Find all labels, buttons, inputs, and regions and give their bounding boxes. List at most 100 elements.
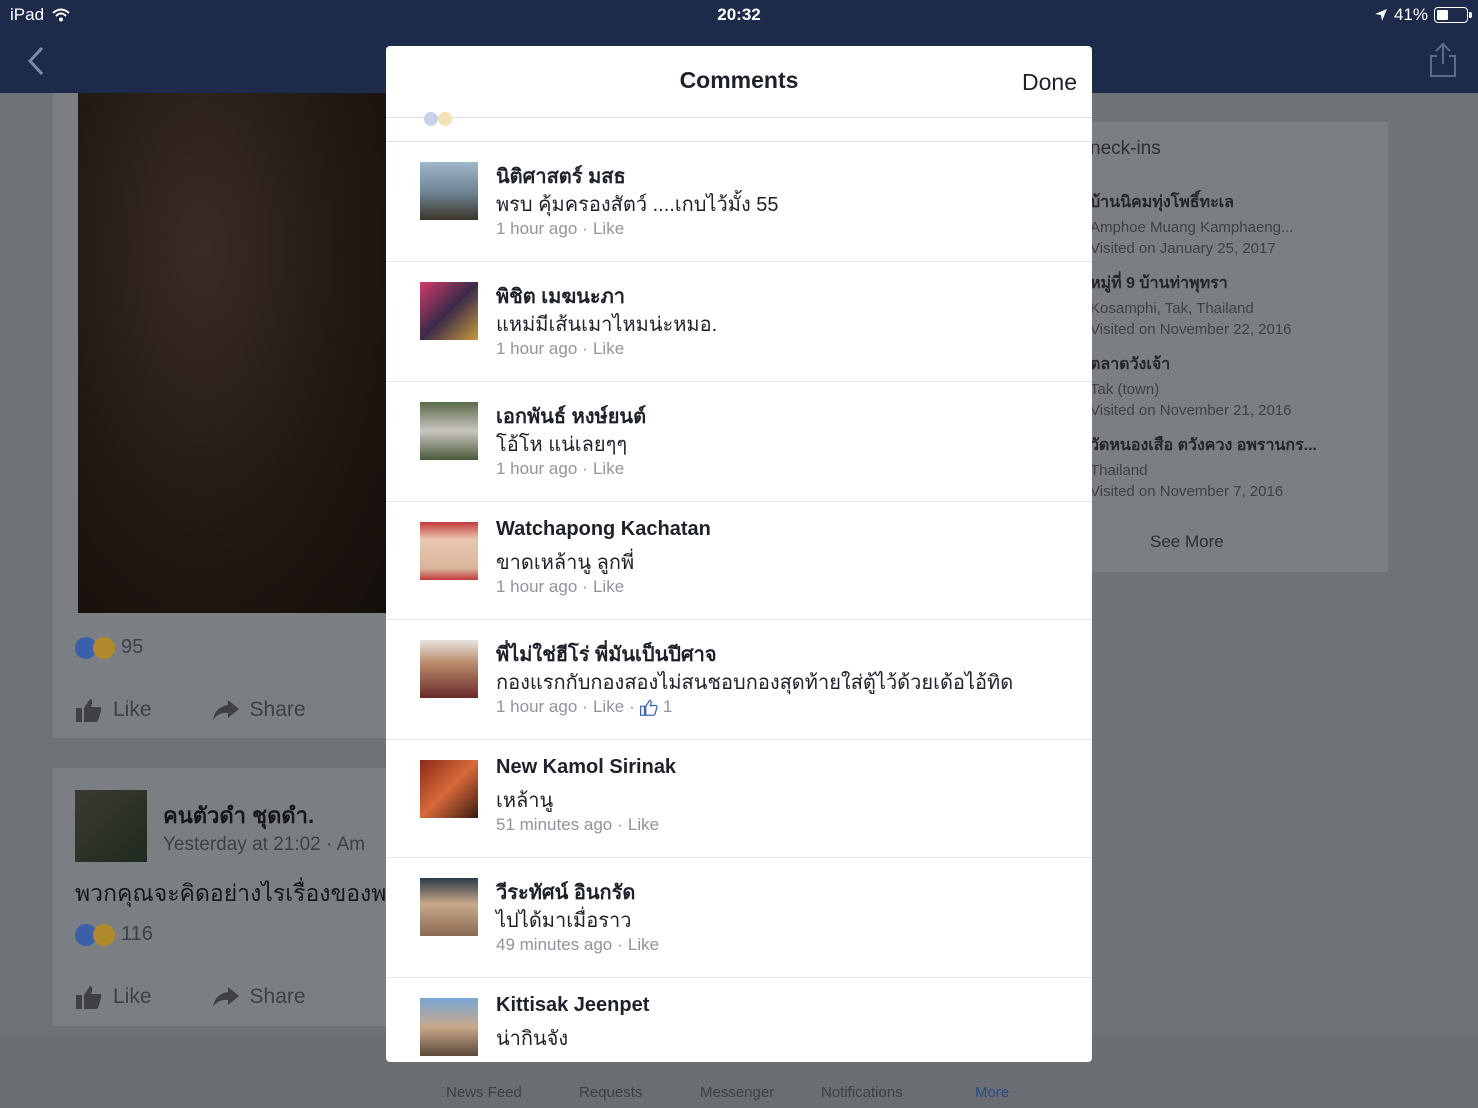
post2-actions: Like Share xyxy=(75,984,306,1010)
comment-meta: 1 hour ago · Like · 1 xyxy=(496,697,672,717)
comment-like-count: 1 xyxy=(662,697,673,716)
comment-time: 51 minutes ago xyxy=(496,815,613,834)
separator-dot: · xyxy=(617,935,623,954)
comment-like-button[interactable]: Like xyxy=(628,815,659,835)
comment-like-button[interactable]: Like xyxy=(593,697,624,717)
wow-reaction-icon xyxy=(93,636,115,659)
comment-author[interactable]: Kittisak Jeenpet xyxy=(496,994,649,1017)
comment-text: กองแรกกับกองสองไม่สนชอบกองสุดท้ายใส่ตู้ไ… xyxy=(496,672,1014,694)
comment-meta: 1 hour ago · Like xyxy=(496,577,624,597)
back-chevron-icon[interactable] xyxy=(22,44,52,78)
checkins-title: neck-ins xyxy=(1090,138,1161,159)
comments-modal: Comments Done นิติศาสตร์ มสธ พรบ คุ้มครอ… xyxy=(386,46,1092,1062)
wow-reaction-icon xyxy=(438,112,452,126)
comment-text: แหม่มีเส้นเมาไหมน่ะหมอ. xyxy=(496,314,718,336)
avatar[interactable] xyxy=(420,878,478,936)
post-photo[interactable] xyxy=(78,93,388,613)
share-button[interactable]: Share xyxy=(212,984,306,1010)
share-label: Share xyxy=(249,985,306,1008)
avatar[interactable] xyxy=(420,998,478,1056)
checkin-item[interactable]: วัดหนองเสือ ตวังควง อพรานกร... Thailand … xyxy=(1090,433,1380,500)
post-author[interactable]: คนตัวดำ ชุดดำ. xyxy=(163,798,314,833)
battery-icon xyxy=(1434,7,1472,23)
tab-news-feed[interactable]: News Feed xyxy=(446,1084,522,1101)
avatar[interactable] xyxy=(420,640,478,698)
wow-reaction-icon xyxy=(93,923,115,946)
post2-reactions[interactable]: 116 xyxy=(75,923,153,946)
comment-meta: 49 minutes ago · Like xyxy=(496,935,659,955)
tab-messenger[interactable]: Messenger xyxy=(700,1084,774,1101)
avatar[interactable] xyxy=(420,162,478,220)
post-text: พวกคุณจะคิดอย่างไรเรื่องของพ xyxy=(75,880,387,906)
avatar[interactable] xyxy=(75,790,147,862)
separator-dot: · xyxy=(582,219,588,238)
comment-time: 1 hour ago xyxy=(496,339,578,358)
checkin-item[interactable]: บ้านนิคมทุ่งโพธิ์ทะเล Amphoe Muang Kamph… xyxy=(1090,190,1380,257)
comment-item: Watchapong Kachatan ขาดเหล้านู ลูกพี่ 1 … xyxy=(386,502,1092,620)
separator-dot: · xyxy=(629,697,635,716)
see-more-link[interactable]: See More xyxy=(1150,532,1224,552)
comment-time: 1 hour ago xyxy=(496,459,578,478)
comment-item: พิชิต เมฆนะภา แหม่มีเส้นเมาไหมน่ะหมอ. 1 … xyxy=(386,262,1092,382)
like-button[interactable]: Like xyxy=(75,697,152,723)
location-arrow-icon xyxy=(1374,9,1387,21)
comment-like-button[interactable]: Like xyxy=(593,577,624,597)
share-icon[interactable] xyxy=(1428,40,1458,80)
tab-notifications[interactable]: Notifications xyxy=(821,1084,903,1101)
checkin-item[interactable]: หมู่ที่ 9 บ้านท่าพุทรา Kosamphi, Tak, Th… xyxy=(1090,271,1380,338)
like-button[interactable]: Like xyxy=(75,984,152,1010)
done-button[interactable]: Done xyxy=(1022,69,1077,96)
modal-header: Comments Done xyxy=(386,46,1092,118)
avatar[interactable] xyxy=(420,402,478,460)
comment-text: โอ้โห แน่เลยๆๆ xyxy=(496,434,628,456)
post-meta: Yesterday at 21:02 · Am xyxy=(163,834,366,855)
reaction-count: 95 xyxy=(121,636,144,658)
reaction-count: 116 xyxy=(121,923,153,945)
share-arrow-icon xyxy=(212,700,239,720)
share-button[interactable]: Share xyxy=(212,697,306,723)
comment-text: เหล้านู xyxy=(496,790,554,812)
checkin-item[interactable]: ตลาดวังเจ้า Tak (town) Visited on Novemb… xyxy=(1090,352,1380,419)
comment-time: 1 hour ago xyxy=(496,697,578,716)
post1-reactions[interactable]: 95 xyxy=(75,636,143,659)
comment-like-button[interactable]: Like xyxy=(593,339,624,359)
comment-item: Kittisak Jeenpet น่ากินจัง xyxy=(386,978,1092,1062)
comment-item: นิติศาสตร์ มสธ พรบ คุ้มครองสัตว์ ....เกบ… xyxy=(386,142,1092,262)
comment-author[interactable]: New Kamol Sirinak xyxy=(496,756,676,779)
comment-meta: 1 hour ago · Like xyxy=(496,219,624,239)
separator-dot: · xyxy=(582,577,588,596)
comment-text: น่ากินจัง xyxy=(496,1028,569,1050)
comment-meta: 51 minutes ago · Like xyxy=(496,815,659,835)
share-label: Share xyxy=(249,698,306,721)
battery-percent: 41% xyxy=(1393,5,1428,24)
avatar[interactable] xyxy=(420,760,478,818)
share-arrow-icon xyxy=(212,987,239,1007)
thumbs-up-icon xyxy=(639,699,658,716)
like-reaction-icon xyxy=(424,112,438,126)
comment-meta: 1 hour ago · Like xyxy=(496,339,624,359)
comment-like-button[interactable]: Like xyxy=(593,219,624,239)
comment-time: 49 minutes ago xyxy=(496,935,613,954)
separator-dot: · xyxy=(582,459,588,478)
like-label: Like xyxy=(113,985,152,1008)
tab-more[interactable]: More xyxy=(975,1084,1009,1101)
reactions-summary-row[interactable] xyxy=(386,112,1092,142)
comment-like-button[interactable]: Like xyxy=(628,935,659,955)
avatar[interactable] xyxy=(420,522,478,580)
comment-like-button[interactable]: Like xyxy=(593,459,624,479)
comment-item: New Kamol Sirinak เหล้านู 51 minutes ago… xyxy=(386,740,1092,858)
comment-time: 1 hour ago xyxy=(496,219,578,238)
modal-title: Comments xyxy=(679,67,799,93)
status-bar: iPad 20:32 41% xyxy=(0,0,1478,30)
comment-text: ขาดเหล้านู ลูกพี่ xyxy=(496,552,635,574)
avatar[interactable] xyxy=(420,282,478,340)
tab-requests[interactable]: Requests xyxy=(579,1084,642,1101)
thumbs-up-icon xyxy=(76,986,102,1009)
comment-author[interactable]: Watchapong Kachatan xyxy=(496,518,711,541)
comment-text: พรบ คุ้มครองสัตว์ ....เกบไว้มั้ง 55 xyxy=(496,194,779,216)
separator-dot: · xyxy=(617,815,623,834)
like-label: Like xyxy=(113,698,152,721)
post1-actions: Like Share xyxy=(75,697,306,723)
comment-meta: 1 hour ago · Like xyxy=(496,459,624,479)
checkins-panel: neck-ins บ้านนิคมทุ่งโพธิ์ทะเล Amphoe Mu… xyxy=(1090,122,1388,572)
